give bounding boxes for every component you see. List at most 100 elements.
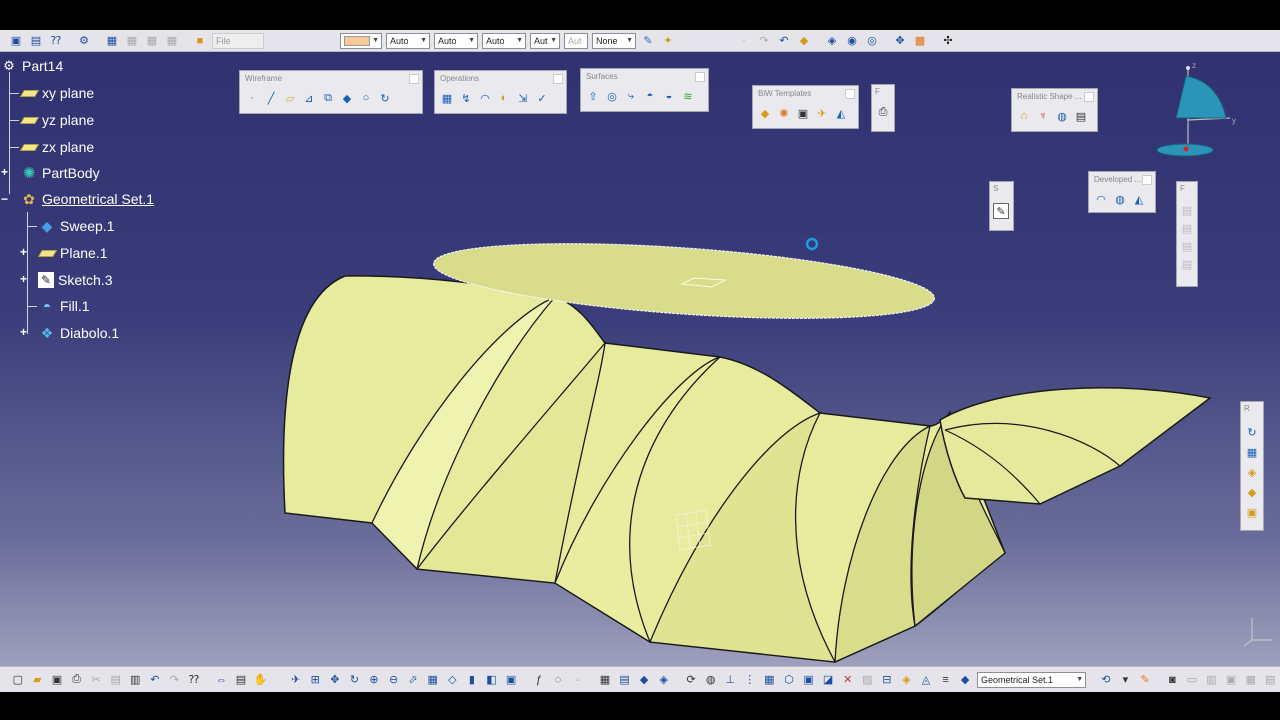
hole-icon[interactable]: ▣ [795, 105, 811, 121]
compass-widget[interactable]: z y [1150, 58, 1250, 168]
expand-partbody-icon[interactable]: + [1, 165, 8, 179]
extract-icon[interactable]: ◐ [496, 90, 512, 106]
update-icon[interactable]: ⟳ [683, 672, 699, 688]
sketcher-icon[interactable]: ✎ [993, 203, 1009, 219]
transfer-icon[interactable]: ◭ [1131, 191, 1147, 207]
undo-icon[interactable]: ↶ [147, 672, 163, 688]
line-weight-combo[interactable]: Auto ▼ [434, 32, 478, 49]
tools-bottom-icon[interactable]: ✕ [840, 672, 856, 688]
cascade-icon[interactable]: ▣ [1223, 672, 1239, 688]
shading-icon[interactable]: ▮ [464, 672, 480, 688]
save-icon[interactable]: ▣ [49, 672, 65, 688]
paint-icon[interactable]: ✎ [640, 33, 656, 49]
dropdown-icon[interactable]: ▾ [1118, 672, 1134, 688]
blend-icon[interactable]: ≋ [680, 88, 696, 104]
layer-icon[interactable]: ◆ [1244, 484, 1260, 500]
disabled-icon-3[interactable]: ▤ [1179, 238, 1195, 254]
zoom-out-icon[interactable]: ⊖ [386, 672, 402, 688]
iso-view-icon[interactable]: ◇ [445, 672, 461, 688]
collapse-geometrical-set-icon[interactable]: − [1, 192, 8, 206]
tree-item-geometrical-set[interactable]: ✿ Geometrical Set.1 [20, 189, 154, 209]
plane-tool-icon[interactable]: ▱ [282, 90, 298, 106]
redo-icon[interactable]: ↷ [756, 33, 772, 49]
sweep-tool-bottom-icon[interactable]: ◆ [636, 672, 652, 688]
table-icon[interactable]: ▦ [597, 672, 613, 688]
layer2-combo[interactable]: Aut [564, 32, 588, 49]
copy-icon[interactable]: ▤ [108, 672, 124, 688]
open-icon[interactable]: ▰ [30, 672, 46, 688]
render-combo[interactable]: None ▼ [592, 32, 636, 49]
grid-bottom-icon[interactable]: ⋮ [742, 672, 758, 688]
repeat-icon[interactable]: ⟲ [1098, 672, 1114, 688]
normal-view-icon[interactable]: ⬀ [405, 672, 421, 688]
tools-icon-3[interactable]: ▦ [144, 33, 160, 49]
tools-icon-4[interactable]: ▦ [164, 33, 180, 49]
dot-icon[interactable]: · [736, 33, 752, 49]
disabled-icon-a[interactable]: ▫ [570, 672, 586, 688]
tree-item-diabolo[interactable]: ❖ Diabolo.1 [38, 323, 119, 343]
disabled-icon-1[interactable]: ▤ [1179, 202, 1195, 218]
paste-icon[interactable]: ▥ [127, 672, 143, 688]
erase-icon[interactable]: ◆ [796, 33, 812, 49]
compass-icon[interactable]: ✥ [892, 33, 908, 49]
cut-icon[interactable]: ✂ [88, 672, 104, 688]
geoset-icon[interactable]: ◆ [957, 672, 973, 688]
layer-combo[interactable]: Aut ▼ [530, 32, 560, 49]
wire-icon[interactable]: ◪ [820, 672, 836, 688]
tree-item-partbody[interactable]: ✺ PartBody [20, 163, 100, 183]
stack-icon[interactable]: ▣ [1244, 504, 1260, 520]
point-icon[interactable]: · [244, 90, 260, 106]
knowledge-icon[interactable]: ◈ [656, 672, 672, 688]
tree-item-xy-plane[interactable]: xy plane [19, 83, 94, 103]
diabolo-tool-icon[interactable]: ✺ [776, 105, 792, 121]
close-icon[interactable] [845, 89, 855, 99]
revolve-icon[interactable]: ◎ [604, 88, 620, 104]
current-geometrical-set-combo[interactable]: Geometrical Set.1 ▼ [976, 671, 1087, 688]
multi-view-icon[interactable]: ▦ [425, 672, 441, 688]
print-icon[interactable]: ⎙ [875, 104, 891, 120]
tools-icon-2[interactable]: ▦ [124, 33, 140, 49]
arrange-icon[interactable]: ▦ [1243, 672, 1259, 688]
disabled-icon-2[interactable]: ▤ [1179, 220, 1195, 236]
help-icon[interactable]: ⁇ [48, 33, 64, 49]
view-icon-1[interactable]: ◈ [824, 33, 840, 49]
brush-icon[interactable]: ✦ [660, 33, 676, 49]
fill-tool-icon[interactable]: ◓ [642, 88, 658, 104]
redo-icon[interactable]: ↷ [167, 672, 183, 688]
options-icon[interactable]: ⚙ [76, 33, 92, 49]
cube-icon[interactable]: ▣ [801, 672, 817, 688]
tree-item-sweep[interactable]: ◆ Sweep.1 [38, 216, 115, 236]
line-type-combo[interactable]: Auto ▼ [386, 32, 430, 49]
unfold-icon[interactable]: ◍ [1112, 191, 1128, 207]
tools-icon-1[interactable]: ▦ [104, 33, 120, 49]
spec-icon[interactable]: ▤ [28, 33, 44, 49]
extrude-icon[interactable]: ⇧ [585, 88, 601, 104]
fit-all-icon[interactable]: ⇔ [214, 672, 230, 688]
hand-icon[interactable]: ✋ [253, 672, 269, 688]
body-icon[interactable]: ⬡ [781, 672, 797, 688]
projection-icon[interactable]: ⊿ [301, 90, 317, 106]
expand-plane1-icon[interactable]: + [20, 245, 27, 259]
sketch-bottom-icon[interactable]: ✎ [1137, 672, 1153, 688]
lock-icon[interactable]: ▤ [233, 672, 249, 688]
tree-item-sketch3[interactable]: ✎ Sketch.3 [38, 270, 112, 290]
fit-icon[interactable]: ⊞ [307, 672, 323, 688]
develop-icon[interactable]: ◠ [1093, 191, 1109, 207]
color-combo[interactable]: ▼ [340, 32, 382, 49]
boundary-icon[interactable]: ◠ [477, 90, 493, 106]
comment-icon[interactable]: ◌ [550, 672, 566, 688]
realistic-icon-4[interactable]: ▤ [1073, 108, 1089, 124]
new-icon[interactable]: ▣ [8, 33, 24, 49]
tree-root-part14[interactable]: ⚙ Part14 [0, 56, 63, 76]
close-icon[interactable] [409, 74, 419, 84]
expand-diabolo-icon[interactable]: + [20, 325, 27, 339]
expand-sketch3-icon[interactable]: + [20, 272, 27, 286]
transform-icon[interactable]: ⇲ [515, 90, 531, 106]
line-icon[interactable]: ╱ [263, 90, 279, 106]
realistic-icon-1[interactable]: ⌂ [1016, 108, 1032, 124]
hide-show-icon[interactable]: ◧ [484, 672, 500, 688]
disabled-icon-4[interactable]: ▤ [1179, 256, 1195, 272]
formula-icon[interactable]: ƒ [531, 672, 547, 688]
mesh-icon[interactable]: ▦ [762, 672, 778, 688]
tree-item-yz-plane[interactable]: yz plane [19, 110, 94, 130]
